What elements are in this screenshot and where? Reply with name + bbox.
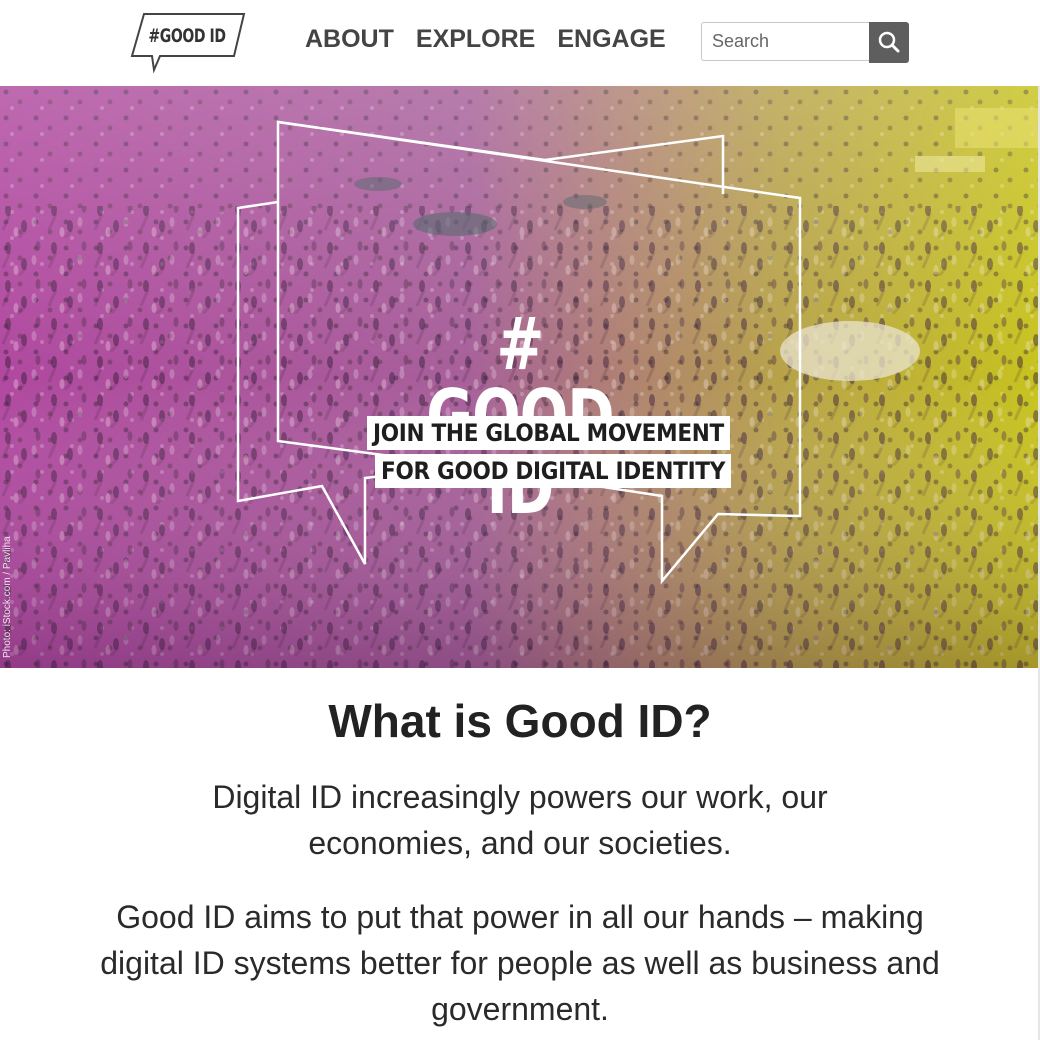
search-input[interactable] xyxy=(701,22,869,61)
hero-tagline-line-2: FOR GOOD DIGITAL IDENTITY xyxy=(375,454,732,488)
search-form xyxy=(701,22,909,63)
site-header: #GOOD ID ABOUT EXPLORE ENGAGE xyxy=(0,0,1040,86)
logo-text: #GOOD ID xyxy=(148,25,226,47)
intro-paragraph-1: Digital ID increasingly powers our work,… xyxy=(212,779,828,861)
search-button[interactable] xyxy=(869,22,909,63)
site-logo[interactable]: #GOOD ID xyxy=(130,12,246,74)
intro-heading: What is Good ID? xyxy=(328,695,712,747)
main-nav: ABOUT EXPLORE ENGAGE xyxy=(305,25,688,54)
search-icon xyxy=(878,31,900,53)
nav-item-engage[interactable]: ENGAGE xyxy=(557,25,665,54)
photo-credit: Photo: iStock.com / Pavliha xyxy=(2,536,13,658)
hero-banner: # GOOD ID JOIN THE GLOBAL MOVEMENT FOR G… xyxy=(0,86,1038,668)
intro-paragraph-2: Good ID aims to put that power in all ou… xyxy=(100,899,940,1027)
nav-item-about[interactable]: ABOUT xyxy=(305,25,394,54)
hero-tagline-line-1: JOIN THE GLOBAL MOVEMENT xyxy=(367,416,730,450)
nav-item-explore[interactable]: EXPLORE xyxy=(416,25,535,54)
